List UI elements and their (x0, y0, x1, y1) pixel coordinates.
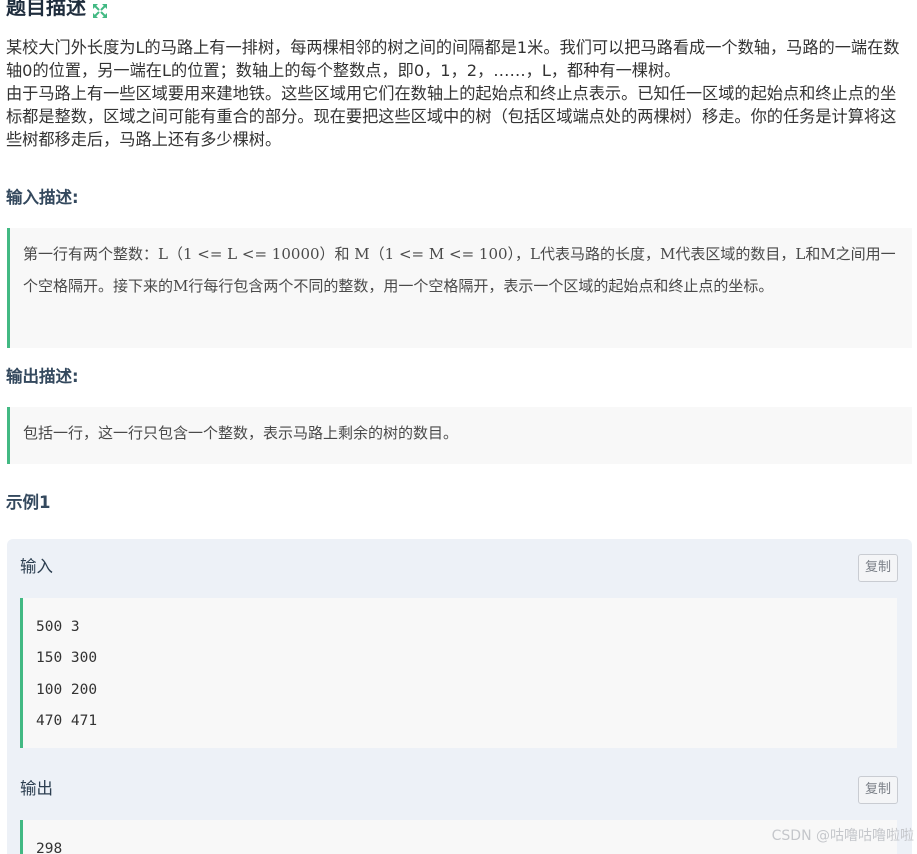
example-output-label: 输出 (20, 779, 53, 798)
problem-title: 题目描述 (6, 0, 108, 20)
input-description-title: 输入描述: (6, 188, 79, 207)
input-description-text: 第一行有两个整数：L（1 <= L <= 10000）和 M（1 <= M <=… (23, 245, 896, 295)
example-output-code: 298 (20, 820, 897, 854)
code-line: 150 300 (36, 650, 98, 667)
code-line: 100 200 (36, 681, 98, 698)
code-line: 500 3 (36, 619, 80, 635)
input-description-block: 第一行有两个整数：L（1 <= L <= 10000）和 M（1 <= M <=… (7, 228, 912, 348)
description-paragraph: 由于马路上有一些区域要用来建地铁。这些区域用它们在数轴上的起始点和终止点表示。已… (6, 84, 897, 149)
problem-title-text: 题目描述 (6, 0, 86, 19)
copy-input-button[interactable]: 复制 (858, 554, 898, 582)
problem-description: 某校大门外长度为L的马路上有一排树，每两棵相邻的树之间的间隔都是1米。我们可以把… (6, 36, 911, 151)
copy-output-button[interactable]: 复制 (858, 776, 898, 804)
expand-icon[interactable] (92, 0, 108, 18)
code-line: 298 (36, 841, 63, 854)
code-line: 470 471 (36, 712, 98, 729)
output-description-block: 包括一行，这一行只包含一个整数，表示马路上剩余的树的数目。 (7, 407, 912, 464)
example-input-label: 输入 (20, 557, 53, 576)
output-description-title: 输出描述: (6, 367, 79, 386)
example-panel: 输入 复制 500 3 150 300 100 200 470 471 输出 复… (7, 539, 912, 854)
example-input-code: 500 3 150 300 100 200 470 471 (20, 598, 897, 748)
watermark: CSDN @咕噜咕噜啦啦 (771, 828, 914, 844)
example-title: 示例1 (6, 493, 51, 512)
description-paragraph: 某校大门外长度为L的马路上有一排树，每两棵相邻的树之间的间隔都是1米。我们可以把… (6, 38, 900, 80)
output-description-text: 包括一行，这一行只包含一个整数，表示马路上剩余的树的数目。 (23, 424, 459, 442)
